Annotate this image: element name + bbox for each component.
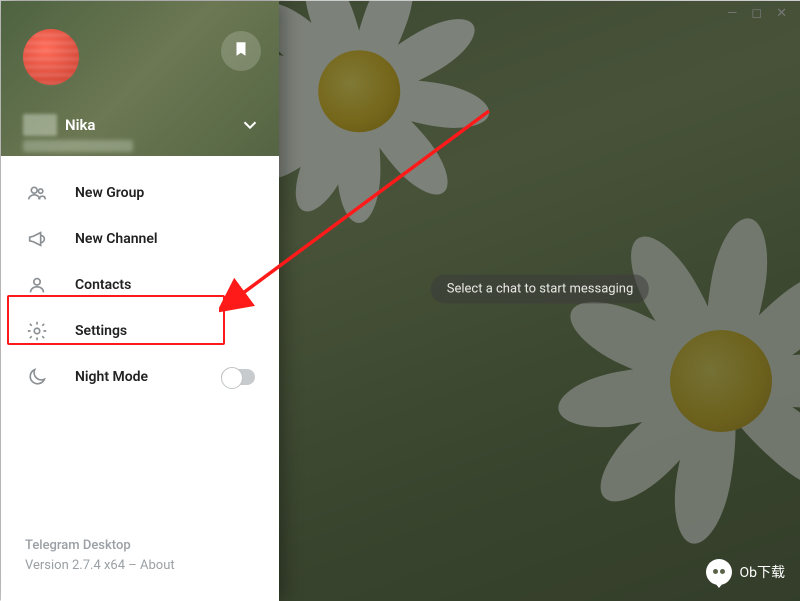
window-maximize-button[interactable]: ◻ (751, 6, 762, 21)
chevron-down-icon (239, 121, 261, 140)
group-icon (25, 181, 49, 205)
menu-item-night-mode[interactable]: Night Mode (1, 354, 279, 400)
bookmark-icon (232, 40, 250, 62)
menu-item-label: New Channel (75, 231, 158, 247)
megaphone-icon (25, 227, 49, 251)
menu-item-label: New Group (75, 185, 144, 201)
profile-header: Nika (1, 1, 279, 156)
window-minimize-button[interactable]: — (727, 6, 737, 21)
username-label: Nika (23, 114, 95, 136)
account-switcher-toggle[interactable] (239, 114, 261, 136)
menu-item-label: Night Mode (75, 369, 148, 385)
empty-chat-placeholder: Select a chat to start messaging (431, 275, 649, 304)
watermark-text: Ob下载 (740, 562, 786, 582)
wechat-icon (706, 559, 732, 585)
watermark: Ob下载 (706, 559, 786, 585)
night-mode-toggle[interactable] (221, 369, 255, 385)
window-close-button[interactable]: ✕ (776, 6, 787, 21)
chat-area: Select a chat to start messaging (279, 1, 800, 601)
gear-icon (25, 319, 49, 343)
menu-item-label: Settings (75, 323, 127, 339)
moon-icon (25, 365, 49, 389)
main-menu-drawer: Nika New Group N (1, 1, 279, 601)
drawer-footer: Telegram Desktop Version 2.7.4 x64 – Abo… (1, 536, 279, 601)
menu-item-settings[interactable]: Settings (1, 308, 279, 354)
window-controls: — ◻ ✕ (715, 1, 799, 25)
menu-item-label: Contacts (75, 277, 131, 293)
saved-messages-button[interactable] (221, 31, 261, 71)
menu-item-new-group[interactable]: New Group (1, 170, 279, 216)
person-icon (25, 273, 49, 297)
avatar[interactable] (23, 29, 79, 85)
menu-item-contacts[interactable]: Contacts (1, 262, 279, 308)
version-label[interactable]: Version 2.7.4 x64 – About (25, 556, 255, 576)
drawer-menu: New Group New Channel Contacts Settings (1, 156, 279, 404)
menu-item-new-channel[interactable]: New Channel (1, 216, 279, 262)
app-name-label: Telegram Desktop (25, 536, 255, 556)
